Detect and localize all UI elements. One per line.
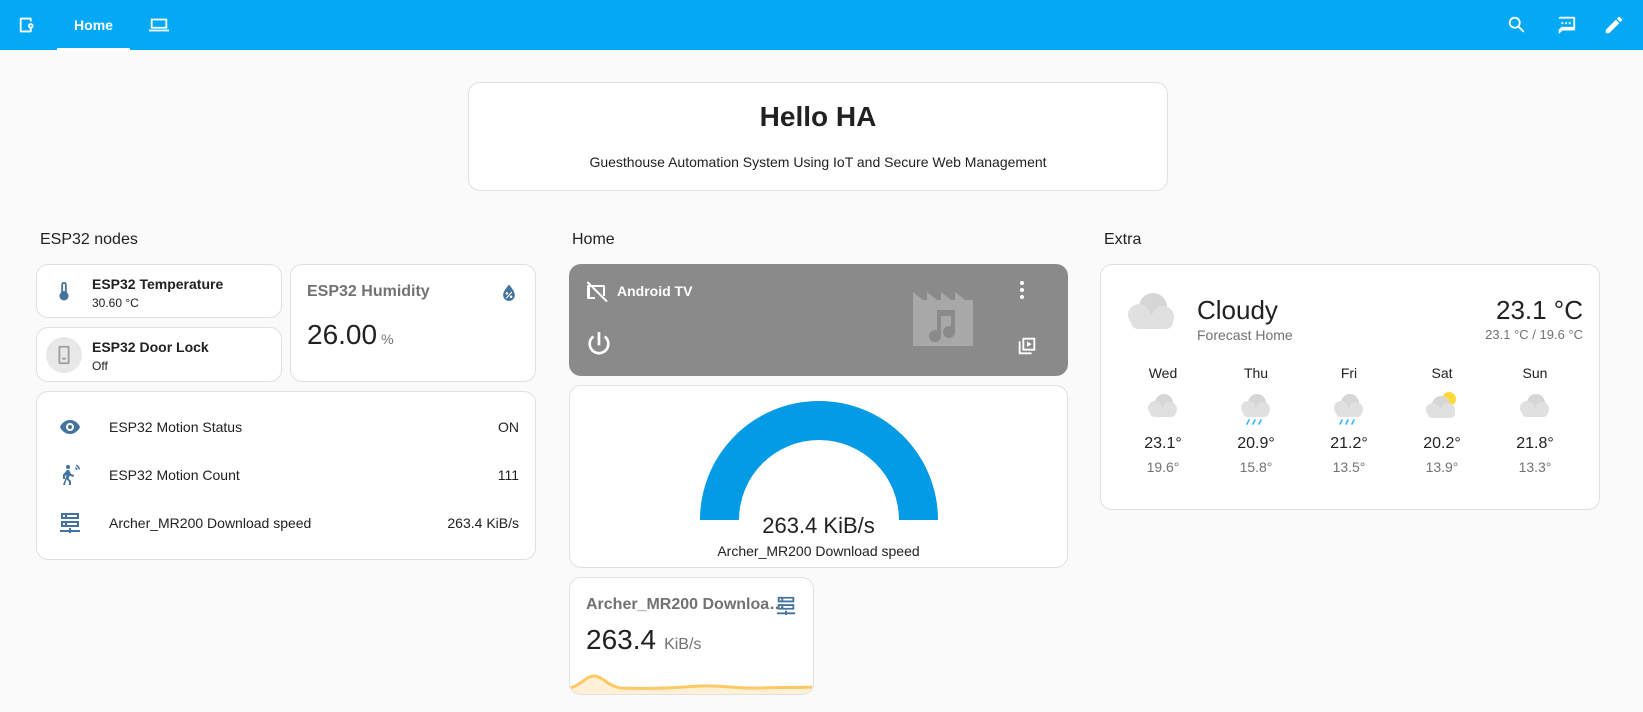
temperature-state: 30.60 °C: [92, 296, 139, 310]
gauge-dial: [700, 401, 938, 520]
forecast-day: Sat 20.2° 13.9°: [1412, 365, 1472, 475]
forecast-day-label: Fri: [1340, 365, 1358, 381]
entity-value: 111: [497, 467, 519, 483]
weather-range: 23.1 °C / 19.6 °C: [1485, 327, 1583, 342]
search-icon[interactable]: [1502, 10, 1532, 40]
menu-icon[interactable]: [13, 10, 43, 40]
entity-value: 263.4 KiB/s: [447, 515, 519, 531]
cast-off-icon: [585, 280, 609, 304]
forecast-low: 19.6°: [1146, 459, 1180, 475]
door-lock-name: ESP32 Door Lock: [92, 339, 209, 355]
rainy-icon: [1226, 389, 1286, 429]
entity-row[interactable]: ESP32 Motion Count 111: [37, 452, 535, 498]
section-title-home: Home: [572, 231, 615, 248]
cloudy-icon: [1505, 389, 1565, 429]
assist-icon[interactable]: [1551, 10, 1581, 40]
section-title-esp32: ESP32 nodes: [40, 231, 138, 248]
markdown-card: Hello HA Guesthouse Automation System Us…: [468, 82, 1168, 191]
forecast-low: 13.5°: [1332, 459, 1366, 475]
entity-row[interactable]: Archer_MR200 Download speed 263.4 KiB/s: [37, 500, 535, 546]
forecast-day-label: Thu: [1243, 365, 1269, 381]
download-speed-unit: KiB/s: [664, 636, 702, 653]
page-title: Hello HA: [759, 101, 877, 132]
humidity-unit: %: [381, 331, 394, 347]
door-lock-tile[interactable]: ESP32 Door Lock Off: [36, 327, 282, 382]
download-speed-value-line: 263.4 KiB/s: [586, 624, 701, 656]
temperature-tile[interactable]: ESP32 Temperature 30.60 °C: [36, 264, 282, 318]
media-browse-icon[interactable]: [1016, 335, 1038, 357]
humidity-card[interactable]: ESP32 Humidity 26.00%: [290, 264, 536, 382]
cloudy-icon: [1133, 389, 1193, 429]
eye-icon: [57, 414, 83, 440]
top-app-bar: Home: [0, 0, 1643, 50]
entity-row[interactable]: ESP32 Motion Status ON: [37, 404, 535, 450]
forecast-high: 20.9°: [1237, 435, 1275, 452]
entity-name: Archer_MR200 Download speed: [109, 515, 312, 531]
gauge-fill: [700, 401, 938, 520]
forecast-day: Wed 23.1° 19.6°: [1133, 365, 1193, 475]
forecast-high: 23.1°: [1144, 435, 1182, 452]
forecast-high: 20.2°: [1423, 435, 1461, 452]
forecast-day: Sun 21.8° 13.3°: [1505, 365, 1565, 475]
forecast-day-label: Sun: [1522, 365, 1548, 381]
download-speed-card[interactable]: Archer_MR200 Downloa… 263.4 KiB/s: [569, 577, 814, 695]
server-network-icon: [57, 510, 83, 536]
weather-condition: Cloudy: [1197, 295, 1278, 325]
download-speed-graph: [570, 674, 813, 694]
rainy-icon: [1319, 389, 1379, 429]
media-player-name: Android TV: [617, 283, 693, 299]
page-subtitle: Guesthouse Automation System Using IoT a…: [589, 154, 1047, 170]
more-vertical-icon[interactable]: [1010, 278, 1034, 302]
media-artwork-icon: [911, 292, 975, 348]
forecast-day-label: Wed: [1148, 365, 1178, 381]
humidity-value: 26.00: [307, 319, 378, 350]
forecast-high: 21.8°: [1516, 435, 1554, 452]
section-title-extra: Extra: [1104, 231, 1142, 248]
forecast-low: 13.3°: [1518, 459, 1552, 475]
media-player-card[interactable]: Android TV: [569, 264, 1068, 376]
water-percent-icon: [499, 283, 519, 303]
power-icon[interactable]: [583, 328, 615, 360]
gauge-value: 263.4 KiB/s: [762, 513, 875, 538]
door-icon[interactable]: [46, 337, 82, 373]
door-lock-state: Off: [92, 359, 108, 373]
server-network-icon: [775, 595, 797, 617]
partlycloudy-icon: [1412, 389, 1472, 429]
weather-card[interactable]: Cloudy Forecast Home 23.1 °C 23.1 °C / 1…: [1100, 264, 1600, 510]
thermometer-icon: [46, 273, 82, 309]
humidity-value-line: 26.00%: [307, 319, 394, 351]
entities-card: ESP32 Motion Status ON ESP32 Motion Coun…: [36, 391, 536, 560]
laptop-icon[interactable]: [144, 10, 174, 40]
forecast-day: Fri 21.2° 13.5°: [1319, 365, 1379, 475]
tab-home[interactable]: Home: [57, 0, 130, 50]
entity-name: ESP32 Motion Status: [109, 419, 243, 435]
gauge-card[interactable]: 263.4 KiB/s Archer_MR200 Download speed: [569, 385, 1068, 568]
entity-value: ON: [498, 419, 519, 435]
entity-name: ESP32 Motion Count: [109, 467, 240, 483]
weather-location: Forecast Home: [1197, 327, 1293, 343]
forecast-day-label: Sat: [1431, 365, 1453, 381]
gauge-name: Archer_MR200 Download speed: [717, 543, 920, 559]
cloudy-icon: [1121, 289, 1179, 335]
download-speed-name: Archer_MR200 Downloa…: [586, 596, 786, 613]
forecast-low: 15.8°: [1239, 459, 1273, 475]
forecast-day: Thu 20.9° 15.8°: [1226, 365, 1286, 475]
download-speed-value: 263.4: [586, 624, 657, 655]
weather-temperature: 23.1 °C: [1495, 295, 1583, 325]
forecast-high: 21.2°: [1330, 435, 1368, 452]
forecast-low: 13.9°: [1425, 459, 1459, 475]
temperature-name: ESP32 Temperature: [92, 276, 224, 292]
humidity-name: ESP32 Humidity: [307, 283, 430, 300]
pencil-icon[interactable]: [1599, 10, 1629, 40]
motion-sensor-icon: [57, 462, 83, 488]
